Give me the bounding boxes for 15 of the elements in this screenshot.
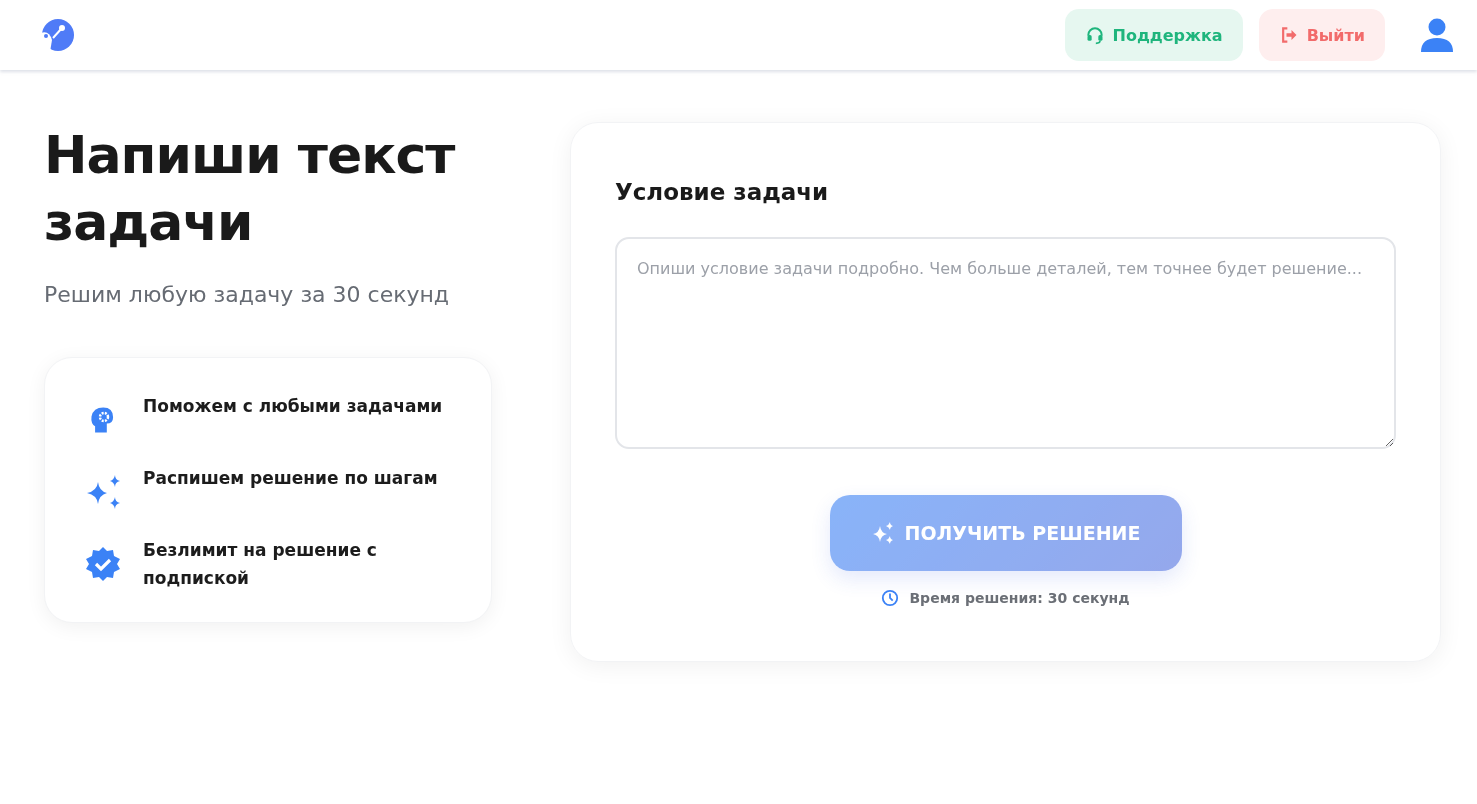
- user-icon[interactable]: [1421, 18, 1453, 52]
- support-button[interactable]: Поддержка: [1064, 9, 1243, 61]
- logout-button[interactable]: Выйти: [1258, 9, 1385, 61]
- logo-icon[interactable]: [41, 18, 75, 52]
- headset-icon: [1084, 25, 1105, 45]
- feature-text: Распишем решение по шагам: [143, 467, 438, 490]
- feature-text: Безлимит на решение с подпиской: [143, 539, 378, 590]
- solve-time-note: Время решения: 30 секунд: [909, 590, 1130, 606]
- task-input-field[interactable]: Опиши условие задачи подробно. Чем больше деталей, тем точнее будет решение...: [615, 237, 1396, 449]
- clock-icon: [881, 589, 900, 607]
- page-title: Напиши текст задачи: [44, 124, 456, 254]
- form-heading: Условие задачи: [615, 179, 829, 205]
- page-subtitle: Решим любую задачу за 30 секунд: [44, 282, 451, 307]
- verified-badge-icon: [85, 546, 121, 582]
- feature-text: Поможем с любыми задачами: [143, 395, 443, 418]
